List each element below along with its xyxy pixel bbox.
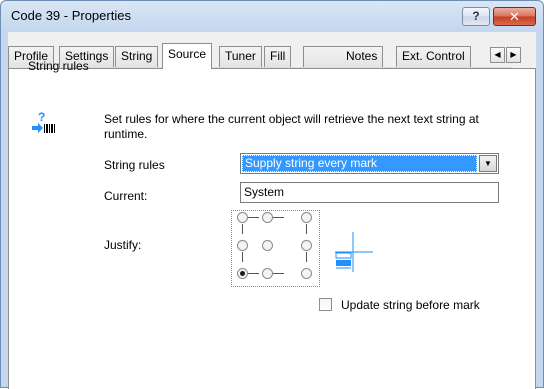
- justify-bottom-center-radio[interactable]: [262, 268, 273, 279]
- string-rules-label: String rules: [104, 158, 165, 172]
- svg-text:?: ?: [38, 110, 45, 124]
- help-button[interactable]: ?: [462, 7, 490, 26]
- justify-grid-line: [248, 273, 259, 274]
- justify-middle-left-radio[interactable]: [237, 240, 248, 251]
- justify-grid-line: [248, 217, 259, 218]
- tab-string[interactable]: String: [115, 46, 159, 68]
- window-title: Code 39 - Properties: [11, 8, 131, 23]
- justify-middle-right-radio[interactable]: [301, 240, 312, 251]
- update-string-label[interactable]: Update string before mark: [341, 298, 480, 312]
- tab-ext-control[interactable]: Ext. Control: [396, 46, 471, 68]
- close-button[interactable]: ✕: [493, 7, 536, 26]
- justify-grid-line: [273, 273, 284, 274]
- tab-scroll-right-button[interactable]: ▶: [506, 47, 521, 63]
- string-rules-icon: ?: [32, 110, 55, 133]
- justify-top-center-radio[interactable]: [262, 212, 273, 223]
- update-string-checkbox[interactable]: [319, 298, 332, 311]
- tab-scroll-left-button[interactable]: ◀: [490, 47, 505, 63]
- current-label: Current:: [104, 189, 148, 203]
- dropdown-arrow-icon[interactable]: ▼: [479, 155, 497, 172]
- justify-top-right-radio[interactable]: [301, 212, 312, 223]
- justify-grid-line: [242, 224, 243, 234]
- justify-top-left-radio[interactable]: [237, 212, 248, 223]
- justify-grid-line: [306, 224, 307, 234]
- tab-tuner[interactable]: Tuner: [219, 46, 262, 68]
- group-divider: [89, 67, 512, 68]
- string-rules-value: Supply string every mark: [242, 155, 477, 172]
- justify-label: Justify:: [104, 238, 142, 252]
- title-bar[interactable]: Code 39 - Properties ? ✕: [1, 1, 543, 32]
- current-field[interactable]: System: [240, 182, 499, 203]
- justify-preview-icon: [335, 232, 373, 272]
- justify-middle-center-radio[interactable]: [262, 240, 273, 251]
- string-rules-description: Set rules for where the current object w…: [104, 112, 479, 141]
- justify-bottom-right-radio[interactable]: [301, 268, 312, 279]
- justify-grid-line: [242, 252, 243, 262]
- string-rules-group-label: String rules: [28, 59, 89, 73]
- properties-window: Code 39 - Properties ? ✕ Profile Setting…: [0, 0, 544, 389]
- tab-source[interactable]: Source: [162, 43, 213, 69]
- justify-grid-line: [306, 252, 307, 262]
- tab-fill[interactable]: Fill: [264, 46, 292, 68]
- justify-grid-line: [273, 217, 284, 218]
- string-rules-dropdown[interactable]: Supply string every mark ▼: [240, 153, 499, 174]
- justify-bottom-left-radio[interactable]: [237, 268, 248, 279]
- tab-notes[interactable]: Notes: [303, 46, 384, 68]
